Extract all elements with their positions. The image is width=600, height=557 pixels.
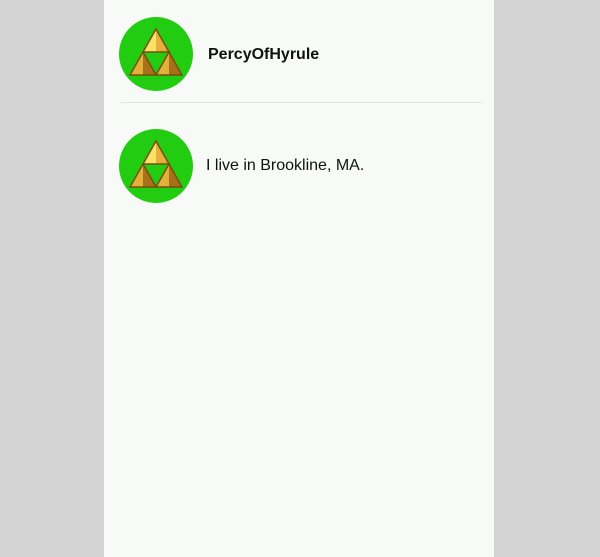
post-avatar[interactable] (119, 129, 193, 203)
profile-panel: PercyOfHyrule I live in Brookline, MA. (104, 0, 494, 557)
list-item: I live in Brookline, MA. (104, 128, 494, 208)
divider (121, 102, 483, 103)
avatar[interactable] (119, 17, 193, 91)
username[interactable]: PercyOfHyrule (208, 46, 319, 64)
post-text: I live in Brookline, MA. (206, 157, 365, 174)
triforce-icon (128, 27, 184, 77)
profile-header: PercyOfHyrule (104, 0, 494, 104)
triforce-icon (128, 139, 184, 189)
